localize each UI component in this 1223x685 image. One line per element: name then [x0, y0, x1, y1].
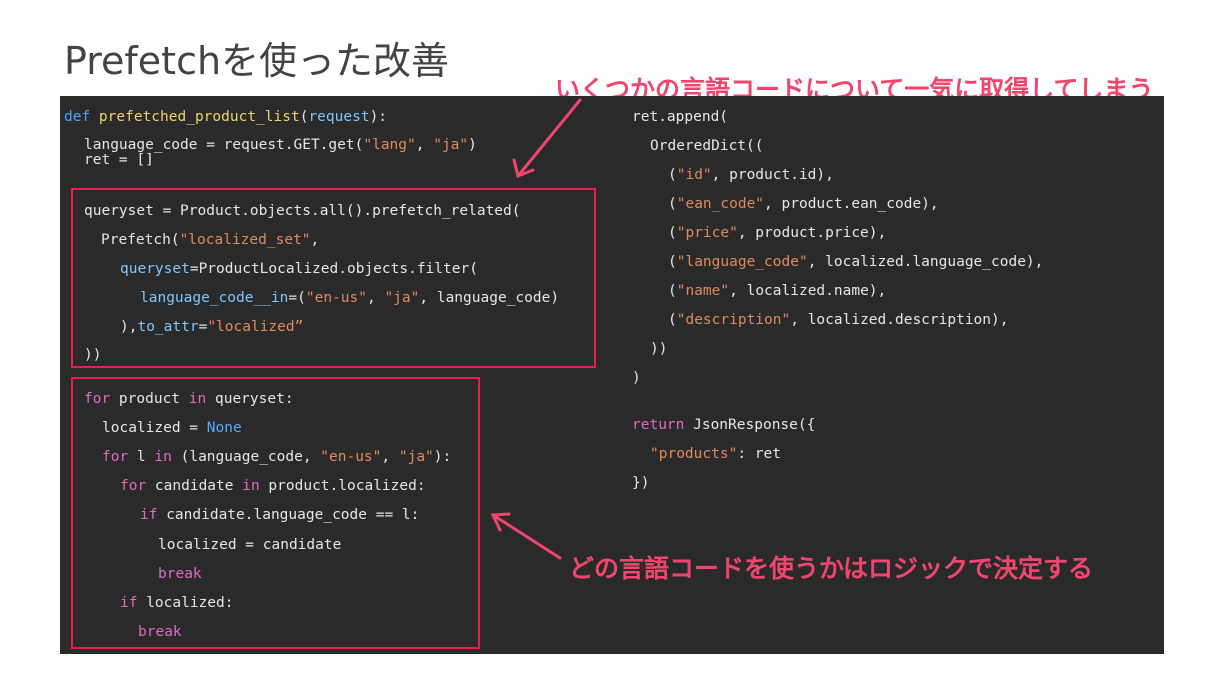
- code-line-close1: ): [632, 370, 641, 386]
- code-line-price: ("price", product.price),: [668, 225, 887, 241]
- code-line-id: ("id", product.id),: [668, 167, 834, 183]
- code-line-end: }): [632, 475, 650, 491]
- code-line-ean: ("ean_code", product.ean_code),: [668, 196, 939, 212]
- code-line-append: ret.append(: [632, 109, 729, 125]
- highlight-box-prefetch: [71, 188, 596, 368]
- highlight-box-logic: [71, 377, 480, 649]
- code-line-products: "products": ret: [650, 446, 781, 462]
- code-line-return: return JsonResponse({: [632, 417, 816, 433]
- code-line-description: ("description", localized.description),: [668, 312, 1009, 328]
- code-line-def: def prefetched_product_list(request):: [64, 109, 388, 125]
- code-line-langcode: ("language_code", localized.language_cod…: [668, 254, 1044, 270]
- slide-title: Prefetchを使った改善: [64, 39, 450, 83]
- callout-logic: どの言語コードを使うかはロジックで決定する: [569, 554, 1094, 583]
- code-line-name: ("name", localized.name),: [668, 283, 887, 299]
- code-line-ordereddict: OrderedDict((: [650, 138, 764, 154]
- code-line-close2: )): [650, 341, 668, 357]
- code-line-ret: ret = []: [84, 152, 154, 168]
